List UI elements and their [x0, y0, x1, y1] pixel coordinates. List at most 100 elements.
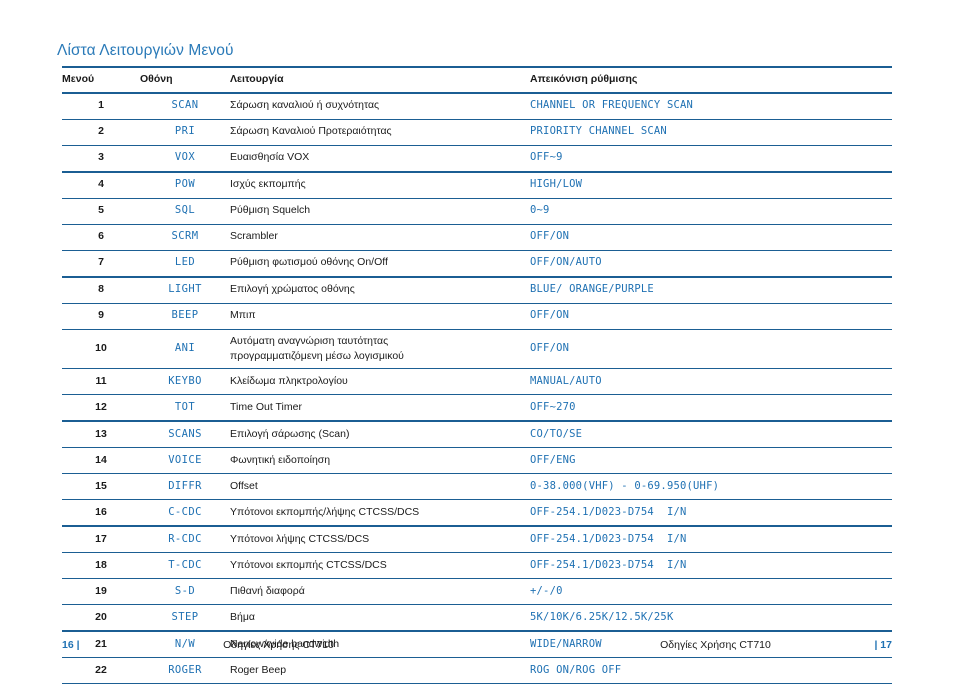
column-header-menu: Μενού	[62, 66, 140, 94]
cell-setting-display: OFF-254.1/D023-D754 I/N	[530, 499, 892, 528]
cell-function-description: Βήμα	[230, 604, 530, 633]
cell-setting-display: PRIORITY CHANNEL SCAN	[530, 119, 892, 146]
cell-menu-number: 19	[62, 578, 140, 606]
cell-menu-number: 3	[62, 145, 140, 173]
cell-menu-number: 14	[62, 447, 140, 475]
cell-function-description: Φωνητική ειδοποίηση	[230, 447, 530, 475]
function-line-1: Σάρωση καναλιού ή συχνότητας	[230, 99, 380, 112]
cell-menu-number: 9	[62, 303, 140, 330]
cell-screen-label: POW	[140, 171, 230, 199]
cell-screen-label: S-D	[140, 578, 230, 606]
cell-menu-number: 15	[62, 473, 140, 501]
function-line-1: Πιθανή διαφορά	[230, 584, 305, 597]
cell-menu-number: 16	[62, 499, 140, 528]
menu-function-table-wrapper: Μενού Οθόνη Λειτουργία Απεικόνιση ρύθμισ…	[62, 66, 892, 684]
cell-screen-label: VOICE	[140, 447, 230, 475]
menu-function-table: Μενού Οθόνη Λειτουργία Απεικόνιση ρύθμισ…	[62, 66, 892, 684]
page-title: Λίστα Λειτουργιών Μενού	[57, 42, 234, 59]
cell-setting-display: OFF/ON	[530, 224, 892, 251]
cell-screen-label: LIGHT	[140, 276, 230, 304]
table-row: 9 BEEP Μπιπ OFF/ON	[62, 303, 892, 330]
function-line-1: Υπότονοι εκπομπής/λήψης CTCSS/DCS	[230, 505, 420, 518]
cell-setting-display: +/-/0	[530, 578, 892, 606]
cell-function-description: Επιλογή σάρωσης (Scan)	[230, 421, 530, 449]
cell-menu-number: 5	[62, 198, 140, 225]
cell-function-description: Κλείδωμα πληκτρολογίου	[230, 368, 530, 396]
cell-menu-number: 18	[62, 552, 140, 580]
table-row: 11 KEYBO Κλείδωμα πληκτρολογίου MANUAL/AUTO	[62, 368, 892, 396]
cell-screen-label: BEEP	[140, 303, 230, 330]
cell-function-description: Μπιπ	[230, 303, 530, 330]
cell-setting-display: 5K/10K/6.25K/12.5K/25K	[530, 604, 892, 633]
cell-setting-display: OFF/ENG	[530, 447, 892, 475]
cell-function-description: Time Out Timer	[230, 394, 530, 423]
cell-menu-number: 12	[62, 394, 140, 423]
table-row: 10 ANI Αυτόματη αναγνώριση ταυτότητας προγρ…	[62, 329, 892, 370]
cell-screen-label: PRI	[140, 119, 230, 146]
cell-function-description: Πιθανή διαφορά	[230, 578, 530, 606]
cell-screen-label: SCANS	[140, 421, 230, 449]
table-row: 4 POW Ισχύς εκπομπής HIGH/LOW	[62, 171, 892, 199]
cell-screen-label: SCAN	[140, 92, 230, 120]
cell-setting-display: 0-38.000(VHF) - 0-69.950(UHF)	[530, 473, 892, 501]
table-row: 3 VOX Ευαισθησία VOX OFF~9	[62, 145, 892, 173]
table-row: 17 R-CDC Υπότονοι λήψης CTCSS/DCS OFF-254.1…	[62, 526, 892, 554]
function-line-1: Roger Beep	[230, 663, 287, 676]
cell-setting-display: OFF/ON	[530, 329, 892, 370]
cell-function-description: Αυτόματη αναγνώριση ταυτότητας προγραμματ…	[230, 329, 530, 370]
column-header-setting: Απεικόνιση ρύθμισης	[530, 66, 892, 94]
cell-setting-display: MANUAL/AUTO	[530, 368, 892, 396]
cell-screen-label: ANI	[140, 329, 230, 370]
function-line-1: Offset	[230, 479, 258, 492]
table-row: 19 S-D Πιθανή διαφορά +/-/0	[62, 578, 892, 606]
function-line-1: Ισχύς εκπομπής	[230, 178, 306, 191]
cell-setting-display: OFF-254.1/D023-D754 I/N	[530, 552, 892, 580]
cell-menu-number: 17	[62, 526, 140, 554]
cell-function-description: Υπότονοι εκπομπής/λήψης CTCSS/DCS	[230, 499, 530, 528]
cell-screen-label: VOX	[140, 145, 230, 173]
cell-setting-display: BLUE/ ORANGE/PURPLE	[530, 276, 892, 304]
footer-doc-title-left: Οδηγίες Χρήσης CT710	[223, 639, 334, 651]
function-line-1: Ρύθμιση Squelch	[230, 204, 311, 217]
table-row: 14 VOICE Φωνητική ειδοποίηση OFF/ENG	[62, 447, 892, 475]
table-row: 7 LED Ρύθμιση φωτισμού οθόνης On/Off OFF/ON…	[62, 250, 892, 278]
cell-screen-label: TOT	[140, 394, 230, 423]
cell-function-description: Ρύθμιση Squelch	[230, 198, 530, 225]
cell-setting-display: CHANNEL OR FREQUENCY SCAN	[530, 92, 892, 120]
function-line-1: Αυτόματη αναγνώριση ταυτότητας	[230, 334, 389, 347]
function-line-1: Επιλογή σάρωσης (Scan)	[230, 427, 350, 440]
cell-function-description: Ευαισθησία VOX	[230, 145, 530, 173]
cell-screen-label: KEYBO	[140, 368, 230, 396]
table-row: 2 PRI Σάρωση Καναλιού Προτεραιότητας PRIORI…	[62, 119, 892, 146]
cell-function-description: Ισχύς εκπομπής	[230, 171, 530, 199]
table-row: 1 SCAN Σάρωση καναλιού ή συχνότητας CHANNEL…	[62, 92, 892, 120]
cell-function-description: Ρύθμιση φωτισμού οθόνης On/Off	[230, 250, 530, 278]
table-row: 18 T-CDC Υπότονοι εκπομπής CTCSS/DCS OFF-25…	[62, 552, 892, 580]
cell-menu-number: 11	[62, 368, 140, 396]
table-header: Μενού Οθόνη Λειτουργία Απεικόνιση ρύθμισ…	[62, 66, 892, 94]
table-body: 1 SCAN Σάρωση καναλιού ή συχνότητας CHANNEL…	[62, 92, 892, 684]
cell-menu-number: 6	[62, 224, 140, 251]
cell-function-description: Επιλογή χρώματος οθόνης	[230, 276, 530, 304]
cell-setting-display: OFF/ON/AUTO	[530, 250, 892, 278]
cell-screen-label: LED	[140, 250, 230, 278]
function-line-1: Υπότονοι εκπομπής CTCSS/DCS	[230, 558, 387, 571]
cell-function-description: Υπότονοι λήψης CTCSS/DCS	[230, 526, 530, 554]
cell-setting-display: OFF-254.1/D023-D754 I/N	[530, 526, 892, 554]
cell-menu-number: 7	[62, 250, 140, 278]
table-row: 5 SQL Ρύθμιση Squelch 0~9	[62, 198, 892, 225]
cell-function-description: Σάρωση Καναλιού Προτεραιότητας	[230, 119, 530, 146]
function-line-1: Ρύθμιση φωτισμού οθόνης On/Off	[230, 256, 388, 269]
table-row: 15 DIFFR Offset 0-38.000(VHF) - 0-69.950(UH…	[62, 473, 892, 501]
function-line-1: Scrambler	[230, 230, 278, 243]
cell-menu-number: 2	[62, 119, 140, 146]
cell-screen-label: STEP	[140, 604, 230, 633]
footer-right: Οδηγίες Χρήσης CT710 | 17	[477, 636, 954, 662]
page-footer: 16 | Οδηγίες Χρήσης CT710 Οδηγίες Χρήσης…	[0, 636, 954, 662]
table-row: 12 TOT Time Out Timer OFF~270	[62, 394, 892, 423]
page-number-right: | 17	[874, 639, 892, 651]
cell-function-description: Σάρωση καναλιού ή συχνότητας	[230, 92, 530, 120]
function-line-1: Σάρωση Καναλιού Προτεραιότητας	[230, 125, 392, 138]
cell-function-description: Scrambler	[230, 224, 530, 251]
cell-setting-display: HIGH/LOW	[530, 171, 892, 199]
